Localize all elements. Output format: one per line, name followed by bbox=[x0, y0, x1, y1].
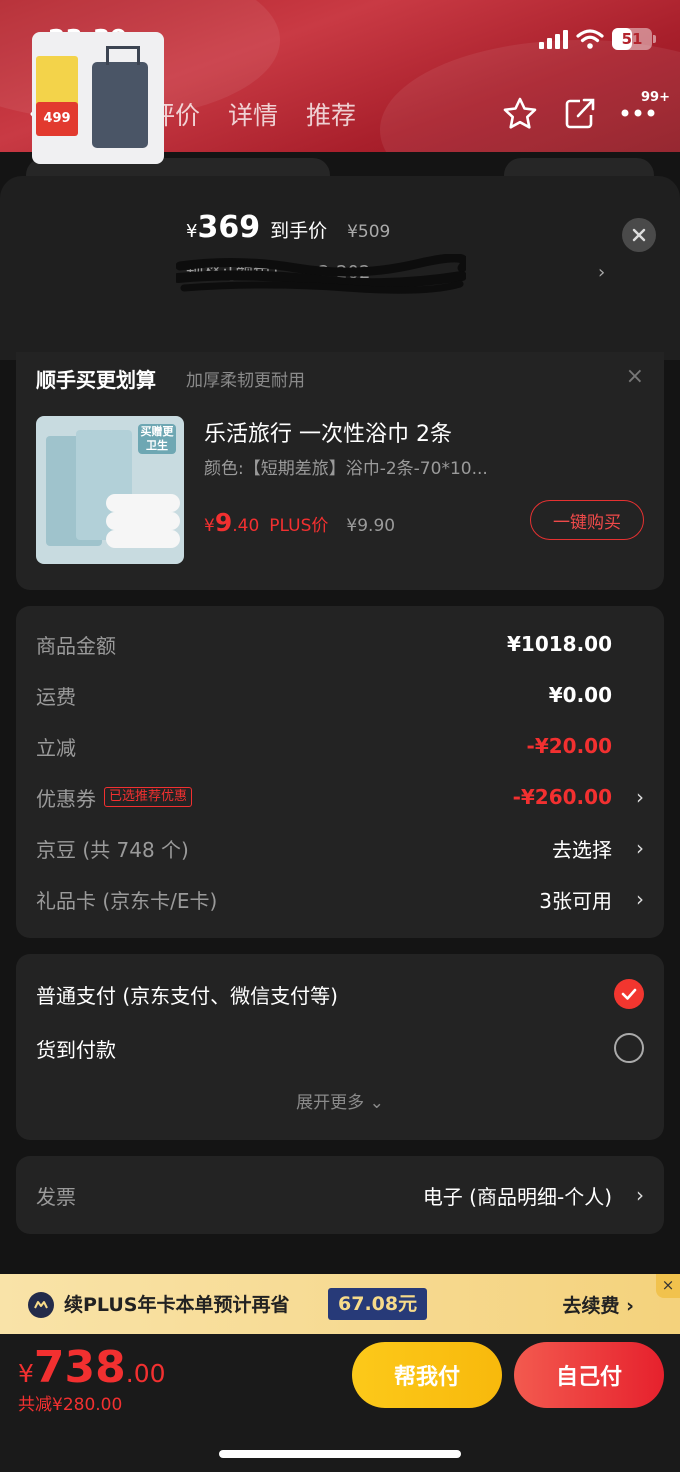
plus-savings-amount: 67.08元 bbox=[328, 1288, 428, 1320]
addon-price-int: 9 bbox=[214, 508, 233, 537]
more-icon[interactable] bbox=[620, 108, 656, 118]
addon-item-price: ¥ 9 .40 PLUS价 ¥9.90 bbox=[204, 508, 395, 537]
close-sheet-button[interactable] bbox=[622, 218, 656, 252]
chevron-right-icon: › bbox=[626, 1295, 634, 1317]
status-icons: 51 bbox=[539, 28, 656, 50]
addon-price-dec: .40 bbox=[232, 516, 260, 536]
spec-chevron-icon[interactable]: › bbox=[598, 262, 605, 283]
invoice-label: 发票 bbox=[36, 1184, 76, 1209]
summary-label: 商品金额 bbox=[36, 633, 116, 658]
plus-logo-icon bbox=[28, 1292, 54, 1318]
chevron-right-icon: › bbox=[636, 887, 644, 911]
notification-badge: 99+ bbox=[641, 90, 670, 105]
payment-option-label: 普通支付 (京东支付、微信支付等) bbox=[36, 983, 338, 1008]
signal-icon bbox=[539, 29, 568, 49]
chevron-down-icon: ⌄ bbox=[369, 1093, 384, 1113]
summary-value: -¥260.00 bbox=[512, 785, 612, 809]
invoice-card[interactable]: 发票 电子 (商品明细-个人) › bbox=[16, 1156, 664, 1234]
expand-more-label: 展开更多 bbox=[296, 1093, 365, 1113]
towel-roll bbox=[106, 512, 180, 530]
currency-symbol: ¥ bbox=[204, 516, 215, 536]
addon-title: 顺手买更划算 bbox=[36, 368, 156, 392]
summary-value: 去选择 bbox=[552, 837, 612, 862]
coupon-tag: 已选推荐优惠 bbox=[104, 787, 193, 807]
summary-value: ¥1018.00 bbox=[506, 632, 612, 656]
plus-renewal-bar[interactable]: 续PLUS年卡本单预计再省 67.08元 去续费 › × bbox=[0, 1274, 680, 1334]
invoice-value: 电子 (商品明细-个人) bbox=[422, 1184, 612, 1209]
one-click-buy-button[interactable]: 一键购买 bbox=[530, 500, 644, 540]
suitcase-image bbox=[92, 46, 148, 148]
summary-value: ¥0.00 bbox=[548, 683, 612, 707]
towel-roll bbox=[106, 530, 180, 548]
summary-row-coupon[interactable]: 优惠券 已选推荐优惠 -¥260.00 › bbox=[36, 777, 644, 817]
summary-row-giftcard[interactable]: 礼品卡 (京东卡/E卡) 3张可用 › bbox=[36, 879, 644, 919]
summary-label: 优惠券 bbox=[36, 786, 96, 811]
addon-close-icon[interactable]: × bbox=[626, 364, 644, 389]
product-thumbnail[interactable]: 499 bbox=[32, 32, 164, 164]
home-indicator bbox=[219, 1450, 461, 1458]
close-icon bbox=[632, 228, 646, 242]
summary-label: 运费 bbox=[36, 684, 76, 709]
redaction-scribble bbox=[176, 254, 466, 294]
payment-option-label: 货到付款 bbox=[36, 1037, 116, 1062]
summary-value: 3张可用 bbox=[539, 888, 612, 913]
tab-details[interactable]: 详情 bbox=[228, 96, 278, 132]
final-price: 369 bbox=[197, 210, 261, 245]
summary-label: 京豆 (共 748 个) bbox=[36, 837, 189, 862]
addon-original-price: ¥9.90 bbox=[346, 516, 396, 536]
currency-symbol: ¥ bbox=[186, 221, 198, 242]
chevron-right-icon: › bbox=[636, 1183, 644, 1207]
summary-row-subtotal: 商品金额 ¥1018.00 bbox=[36, 624, 644, 664]
towel-roll bbox=[106, 494, 180, 512]
battery-level: 51 bbox=[621, 30, 643, 48]
pay-myself-button[interactable]: 自己付 bbox=[514, 1342, 664, 1408]
pay-for-me-button[interactable]: 帮我付 bbox=[352, 1342, 502, 1408]
total-dec: .00 bbox=[125, 1359, 166, 1388]
chevron-right-icon: › bbox=[636, 836, 644, 860]
radio-checked-icon[interactable] bbox=[614, 979, 644, 1009]
share-icon[interactable] bbox=[564, 96, 596, 130]
product-price: ¥ 369 到手价 ¥509 bbox=[186, 210, 390, 245]
summary-value: -¥20.00 bbox=[526, 734, 612, 758]
total-price: ¥ 738 .00 bbox=[18, 1342, 166, 1393]
plus-price-label: PLUS价 bbox=[269, 516, 329, 536]
expand-more-button[interactable]: 展开更多 ⌄ bbox=[16, 1088, 664, 1113]
renew-link-label: 去续费 bbox=[562, 1295, 620, 1317]
addon-purchase-card: 顺手买更划算 加厚柔韧更耐用 × 买赠更卫生 乐活旅行 一次性浴巾 2条 颜色:… bbox=[16, 352, 664, 590]
final-price-label: 到手价 bbox=[270, 220, 328, 242]
summary-label: 立减 bbox=[36, 735, 76, 760]
favorite-star-icon[interactable] bbox=[502, 96, 538, 130]
plus-renewal-text: 续PLUS年卡本单预计再省 bbox=[64, 1294, 290, 1316]
total-saved: 共减¥280.00 bbox=[18, 1395, 123, 1415]
invoice-row[interactable]: 发票 电子 (商品明细-个人) › bbox=[36, 1175, 644, 1215]
payment-option-standard[interactable]: 普通支付 (京东支付、微信支付等) bbox=[36, 974, 644, 1014]
battery-icon: 51 bbox=[612, 28, 656, 50]
summary-row-jingdou[interactable]: 京豆 (共 748 个) 去选择 › bbox=[36, 828, 644, 868]
addon-subtitle: 加厚柔韧更耐用 bbox=[186, 371, 305, 391]
addon-item-image[interactable]: 买赠更卫生 bbox=[36, 416, 184, 564]
chevron-right-icon: › bbox=[636, 785, 644, 809]
wifi-icon bbox=[576, 29, 604, 49]
payment-option-cod[interactable]: 货到付款 bbox=[36, 1028, 644, 1068]
summary-row-shipping: 运费 ¥0.00 bbox=[36, 675, 644, 715]
addon-item-name[interactable]: 乐活旅行 一次性浴巾 2条 bbox=[204, 416, 452, 448]
renew-link[interactable]: 去续费 › bbox=[563, 1291, 634, 1318]
plus-bar-close-icon[interactable]: × bbox=[656, 1274, 680, 1298]
currency-symbol: ¥ bbox=[18, 1359, 34, 1388]
checkout-footer: ¥ 738 .00 共减¥280.00 帮我付 自己付 bbox=[0, 1334, 680, 1472]
total-int: 738 bbox=[33, 1342, 126, 1393]
payment-method-card: 普通支付 (京东支付、微信支付等) 货到付款 展开更多 ⌄ bbox=[16, 954, 664, 1140]
radio-unchecked-icon[interactable] bbox=[614, 1033, 644, 1063]
addon-stamp: 买赠更卫生 bbox=[138, 424, 176, 454]
price-summary-card: 商品金额 ¥1018.00 运费 ¥0.00 立减 -¥20.00 优惠券 已选… bbox=[16, 606, 664, 938]
summary-row-discount: 立减 -¥20.00 bbox=[36, 726, 644, 766]
summary-label: 礼品卡 (京东卡/E卡) bbox=[36, 888, 218, 913]
original-price: ¥509 bbox=[347, 222, 391, 242]
tab-recommend[interactable]: 推荐 bbox=[306, 96, 356, 132]
addon-item-spec: 颜色:【短期差旅】浴巾-2条-70*10... bbox=[204, 459, 488, 479]
thumb-price-tag: 499 bbox=[36, 102, 78, 136]
